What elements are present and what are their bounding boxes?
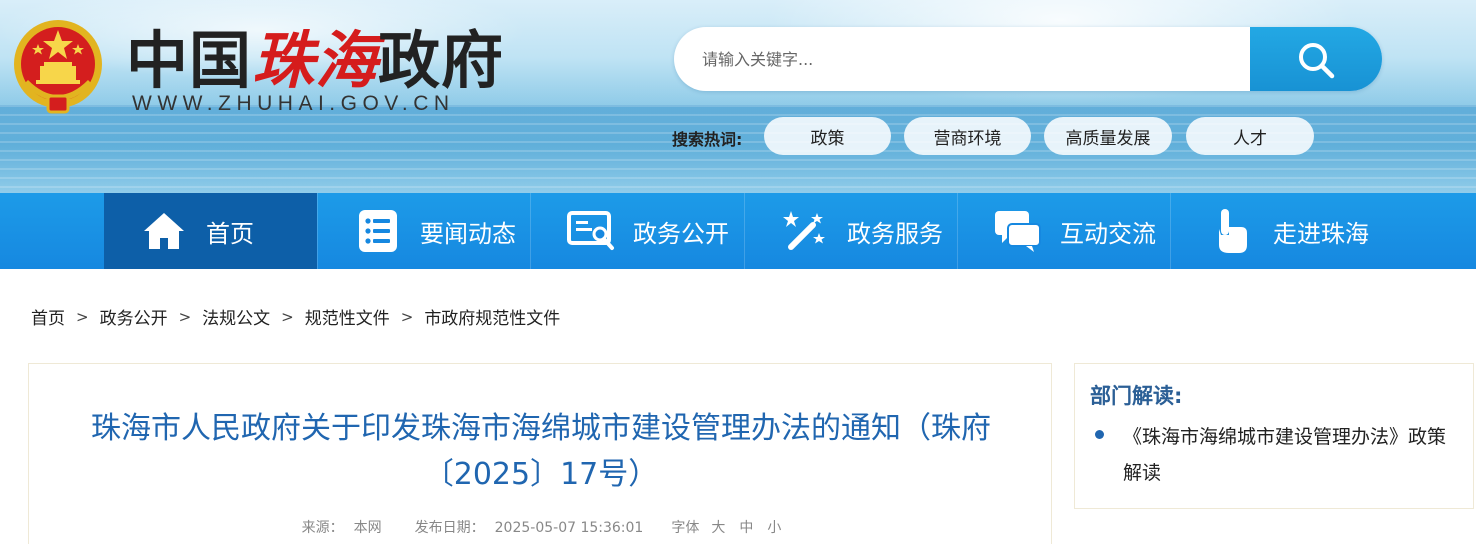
breadcrumb-separator: > xyxy=(178,307,192,326)
national-emblem-icon[interactable] xyxy=(10,14,106,118)
nav-item-interaction[interactable]: 互动交流 xyxy=(957,193,1170,269)
site-header: 中国 珠海 政府 WWW.ZHUHAI.GOV.CN 搜索热词: 政策 营商环境… xyxy=(0,0,1476,193)
font-size-large-button[interactable]: 大 xyxy=(711,517,725,537)
source-info: 来源： 本网 xyxy=(297,517,387,537)
main-nav: 首页 要闻动态 政务公开 政务服务 互动交流 走进珠海 xyxy=(0,193,1476,269)
site-title-part3: 政府 xyxy=(378,24,505,97)
hot-words-label: 搜索热词: xyxy=(672,130,743,149)
font-size-small-button[interactable]: 小 xyxy=(767,517,781,537)
breadcrumb-home[interactable]: 首页 xyxy=(31,304,65,329)
interpretation-title: 部门解读: xyxy=(1090,384,1183,408)
breadcrumb: 首页 > 政务公开 > 法规公文 > 规范性文件 > 市政府规范性文件 xyxy=(31,304,560,330)
bullet-icon xyxy=(1095,430,1104,439)
date-info: 发布日期： 2025-05-07 15:36:01 xyxy=(410,517,649,537)
search-icon xyxy=(1299,43,1335,79)
gov-open-icon xyxy=(567,207,615,255)
hot-tag-policy[interactable]: 政策 xyxy=(764,117,891,155)
site-title-part1: 中国 xyxy=(126,24,253,97)
nav-label: 要闻动态 xyxy=(420,219,516,248)
news-list-icon xyxy=(354,207,402,255)
breadcrumb-separator: > xyxy=(281,307,294,326)
font-size-medium-button[interactable]: 中 xyxy=(739,517,753,537)
date-value: 2025-05-07 15:36:01 xyxy=(494,520,644,536)
date-label: 发布日期： xyxy=(414,520,485,536)
interpretation-panel: 部门解读: 《珠海市海绵城市建设管理办法》政策解读 xyxy=(1074,363,1474,509)
nav-item-gov-service[interactable]: 政务服务 xyxy=(744,193,957,269)
nav-label: 政务服务 xyxy=(847,219,943,248)
pointing-hand-icon xyxy=(1207,207,1255,255)
font-size-label: 字体 xyxy=(671,520,700,536)
breadcrumb-normative-docs[interactable]: 规范性文件 xyxy=(305,304,390,329)
nav-label: 走进珠海 xyxy=(1273,219,1369,248)
nav-label: 政务公开 xyxy=(633,219,729,248)
interpretation-link[interactable]: 《珠海市海绵城市建设管理办法》政策解读 xyxy=(1123,419,1463,491)
search-box xyxy=(674,27,1382,91)
breadcrumb-regulations[interactable]: 法规公文 xyxy=(202,304,270,329)
breadcrumb-separator: > xyxy=(76,307,89,326)
hot-tag-talent[interactable]: 人才 xyxy=(1186,117,1314,155)
search-button[interactable] xyxy=(1250,27,1382,91)
nav-item-news[interactable]: 要闻动态 xyxy=(317,193,530,269)
home-icon xyxy=(140,207,188,255)
nav-item-about-zhuhai[interactable]: 走进珠海 xyxy=(1170,193,1383,269)
source-label: 来源： xyxy=(301,520,344,536)
breadcrumb-city-normative-docs[interactable]: 市政府规范性文件 xyxy=(424,304,560,329)
article-meta: 来源： 本网 发布日期： 2025-05-07 15:36:01 字体 大 中 小 xyxy=(29,517,1051,537)
nav-item-home[interactable]: 首页 xyxy=(104,193,317,269)
breadcrumb-gov-open[interactable]: 政务公开 xyxy=(100,304,168,329)
chat-bubbles-icon xyxy=(994,207,1042,255)
hot-tag-high-quality[interactable]: 高质量发展 xyxy=(1044,117,1172,155)
search-input[interactable] xyxy=(674,27,1250,91)
magic-wand-icon xyxy=(781,207,829,255)
hot-tag-business-env[interactable]: 营商环境 xyxy=(904,117,1031,155)
breadcrumb-separator: > xyxy=(400,307,414,326)
site-title[interactable]: 中国 珠海 政府 xyxy=(126,22,504,97)
site-title-part2: 珠海 xyxy=(252,24,379,97)
article-panel: 珠海市人民政府关于印发珠海市海绵城市建设管理办法的通知（珠府〔2025〕17号）… xyxy=(28,363,1052,544)
site-url: WWW.ZHUHAI.GOV.CN xyxy=(132,92,455,115)
article-title: 珠海市人民政府关于印发珠海市海绵城市建设管理办法的通知（珠府〔2025〕17号） xyxy=(91,411,991,492)
nav-item-gov-open[interactable]: 政务公开 xyxy=(530,193,743,269)
nav-label: 首页 xyxy=(206,219,254,248)
source-value: 本网 xyxy=(353,520,382,536)
nav-label: 互动交流 xyxy=(1060,219,1156,248)
